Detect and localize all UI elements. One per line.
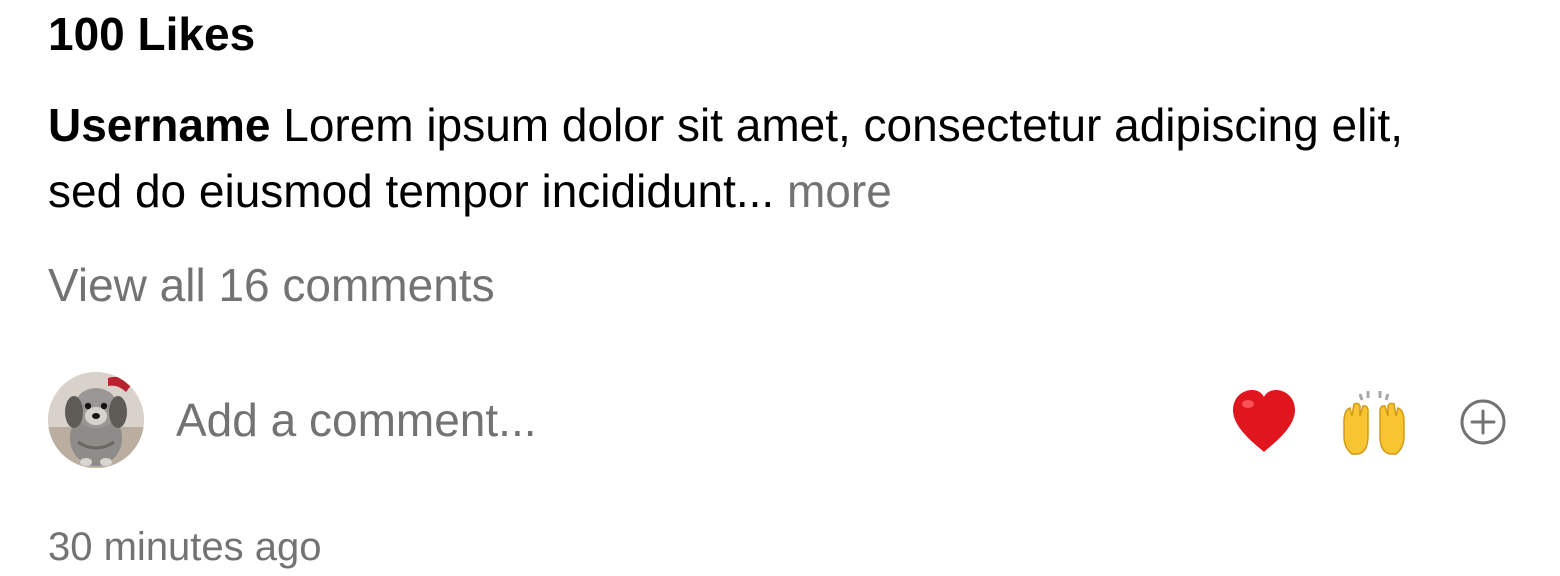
add-reaction-button[interactable] xyxy=(1459,398,1507,446)
view-all-comments-link[interactable]: View all 16 comments xyxy=(48,255,495,315)
raising-hands-icon xyxy=(1343,391,1405,455)
caption-username[interactable]: Username xyxy=(48,99,270,151)
plus-circle-icon xyxy=(1460,399,1506,445)
dog-avatar-icon xyxy=(48,372,144,468)
raising-hands-reaction-button[interactable] xyxy=(1338,386,1410,458)
heart-reaction-button[interactable] xyxy=(1228,386,1300,458)
more-link[interactable]: more xyxy=(787,165,892,217)
post-caption: Username Lorem ipsum dolor sit amet, con… xyxy=(48,92,1488,224)
add-comment-row xyxy=(48,372,1512,468)
likes-count[interactable]: 100 Likes xyxy=(48,6,255,62)
comment-input[interactable] xyxy=(176,388,1076,452)
avatar[interactable] xyxy=(48,372,144,468)
red-heart-icon xyxy=(1233,390,1295,452)
post-timestamp: 30 minutes ago xyxy=(48,525,322,569)
